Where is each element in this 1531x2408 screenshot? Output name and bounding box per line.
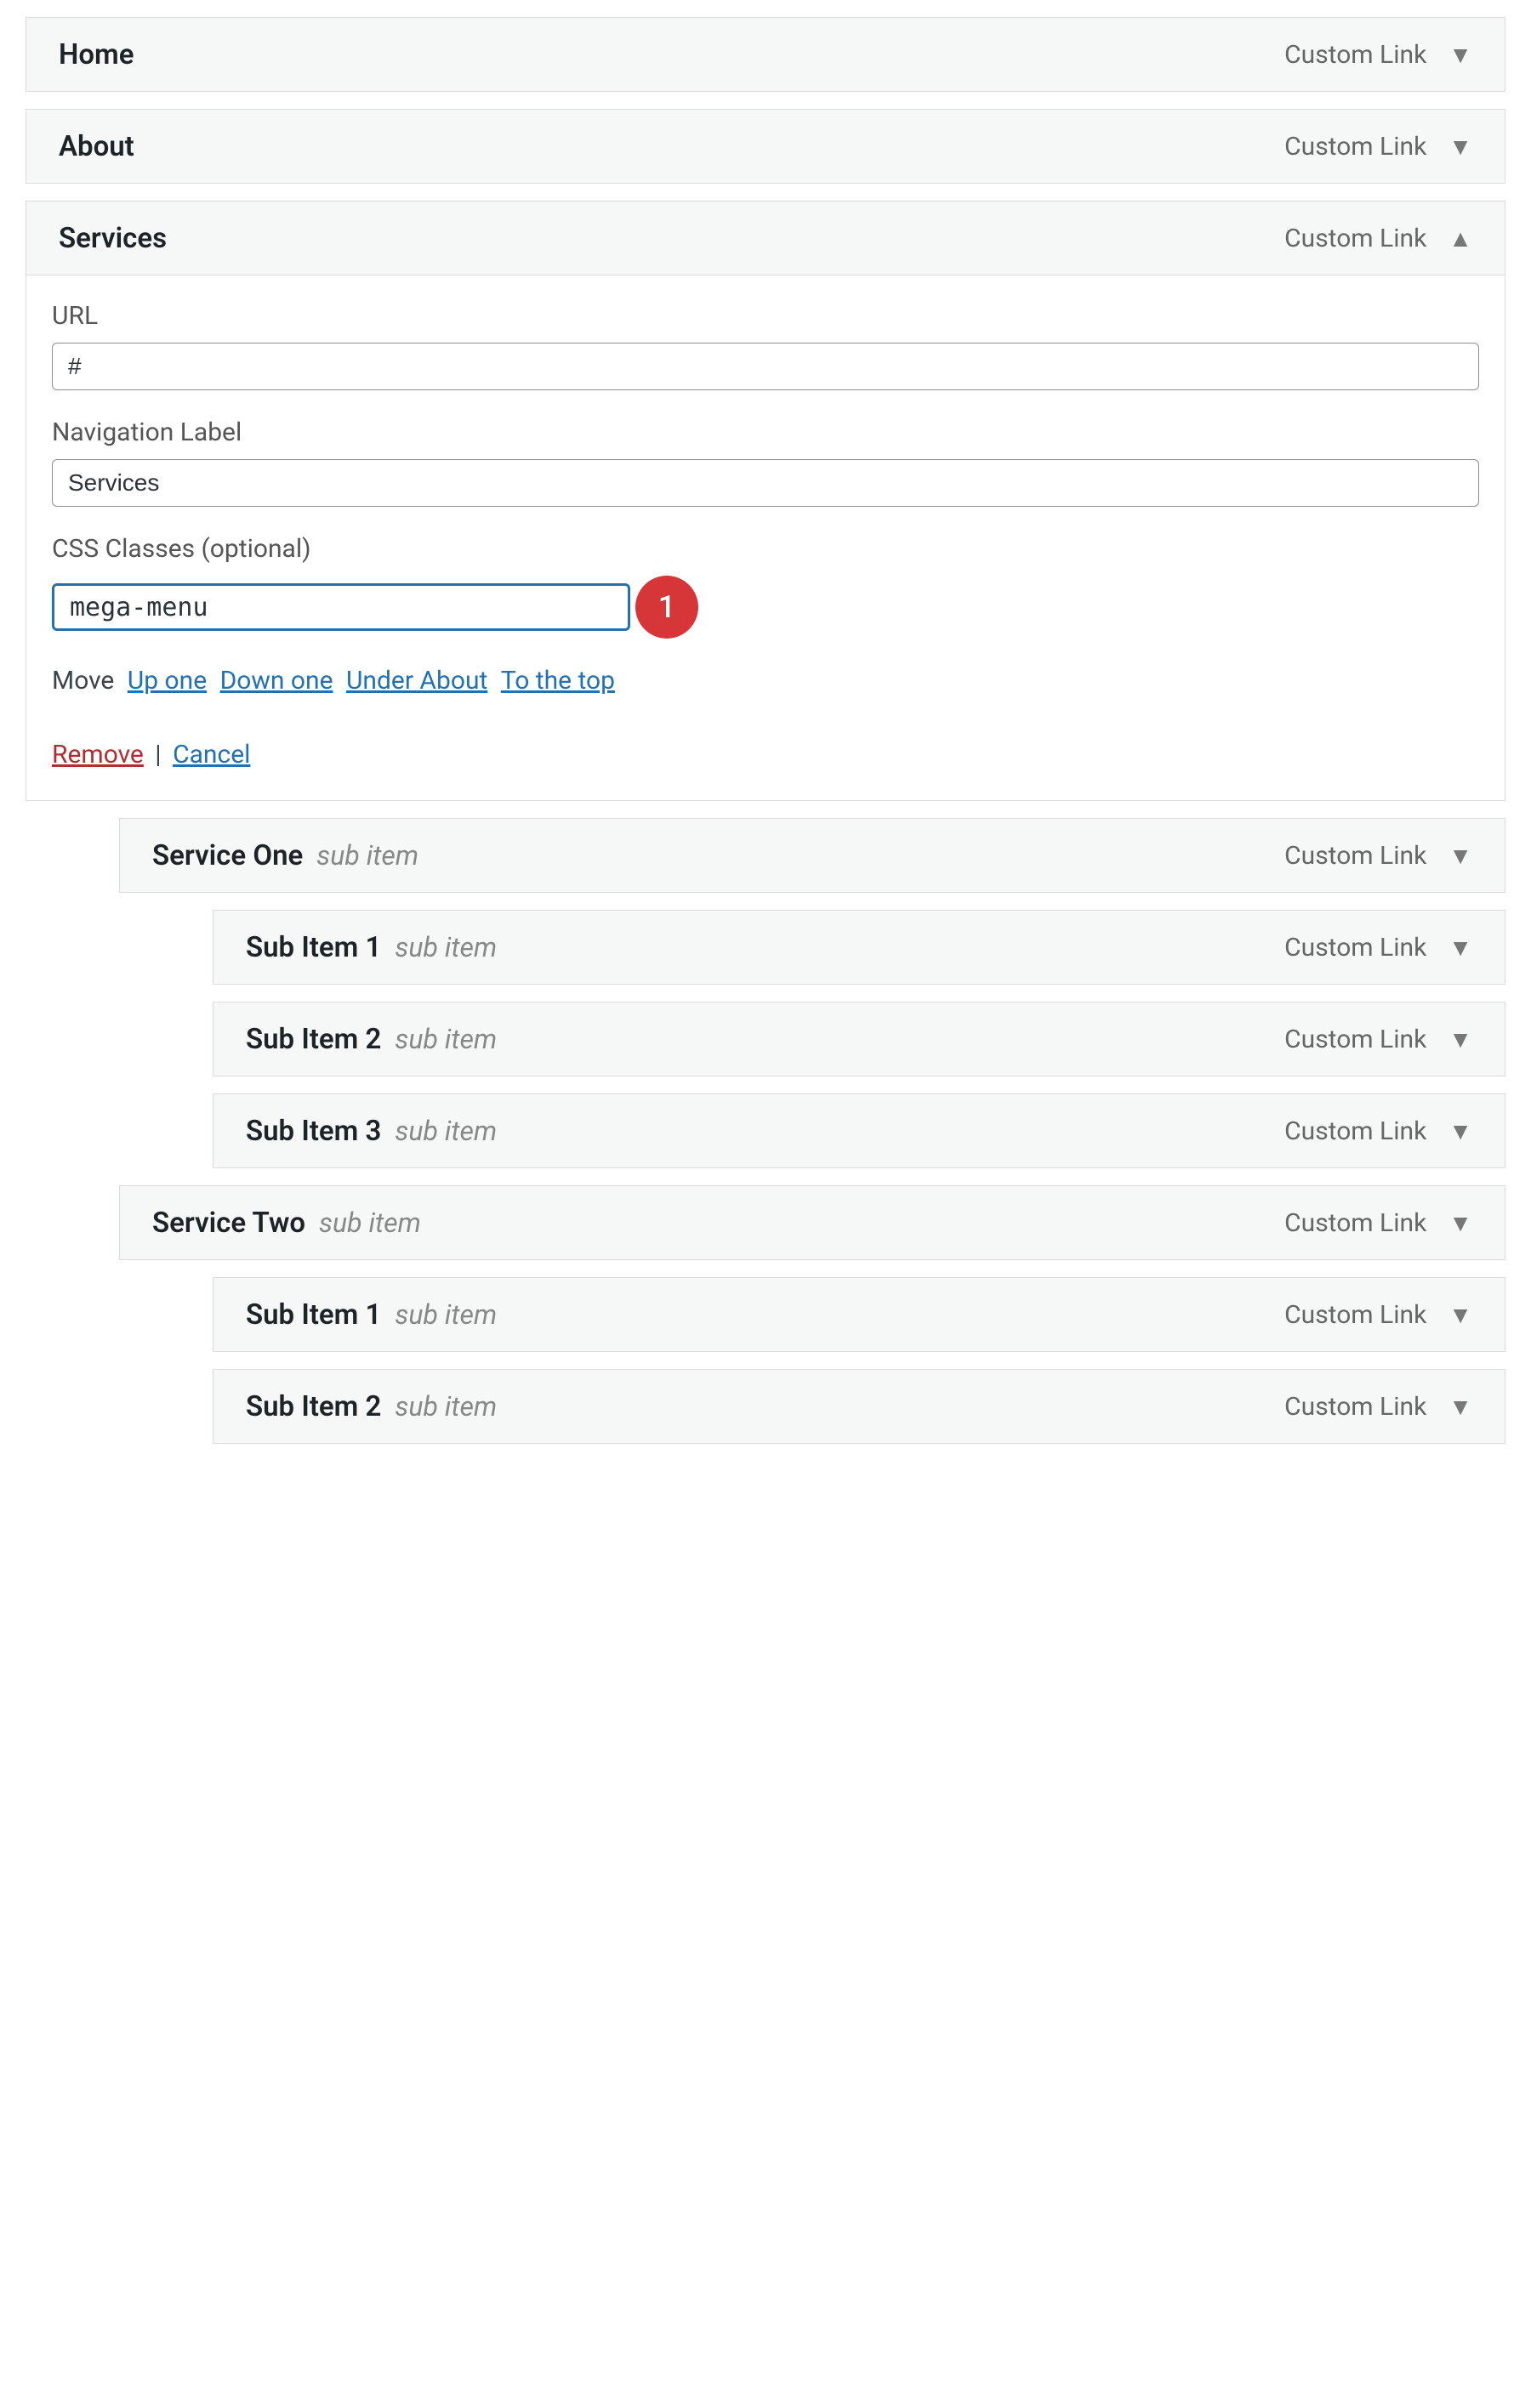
menu-item-sub-1b: Sub Item 1 sub item Custom Link [213,1277,1505,1352]
menu-item-service-two: Service Two sub item Custom Link [119,1185,1505,1260]
nav-label-input[interactable] [52,459,1479,507]
menu-item-title: Sub Item 3 [246,1115,381,1148]
caret-down-icon [1448,842,1472,870]
menu-item-type: Custom Link [1284,841,1426,871]
menu-item-service-one: Service One sub item Custom Link [119,818,1505,893]
caret-down-icon [1448,1209,1472,1237]
caret-down-icon [1448,41,1472,69]
menu-item-toggle[interactable]: Services Custom Link [26,201,1505,275]
css-classes-label: CSS Classes (optional) [52,534,1479,564]
caret-down-icon [1448,1117,1472,1145]
menu-item-toggle[interactable]: Service Two sub item Custom Link [119,1185,1505,1260]
cancel-link[interactable]: Cancel [173,740,250,770]
menu-item-toggle[interactable]: Sub Item 3 sub item Custom Link [213,1093,1505,1168]
sub-item-label: sub item [395,1298,497,1331]
menu-item-toggle[interactable]: About Custom Link [26,109,1505,184]
sub-item-label: sub item [395,931,497,963]
css-classes-input[interactable] [52,583,630,631]
menu-item-toggle[interactable]: Sub Item 1 sub item Custom Link [213,1277,1505,1352]
actions-row: Remove | Cancel [52,740,1479,770]
nav-label: Navigation Label [52,417,1479,447]
menu-item-toggle[interactable]: Service One sub item Custom Link [119,818,1505,893]
menu-item-type: Custom Link [1284,1392,1426,1422]
caret-down-icon [1448,1025,1472,1054]
sub-item-label: sub item [316,839,418,872]
sub-item-label: sub item [319,1207,421,1239]
menu-item-type: Custom Link [1284,40,1426,70]
separator: | [155,740,161,770]
caret-down-icon [1448,133,1472,161]
menu-item-type: Custom Link [1284,1025,1426,1054]
menu-item-body: URL Navigation Label CSS Classes (option… [26,275,1505,801]
caret-down-icon [1448,1393,1472,1421]
menu-item-sub-2: Sub Item 2 sub item Custom Link [213,1002,1505,1076]
menu-item-title: Sub Item 1 [246,1298,381,1332]
move-row: Move Up one Down one Under About To the … [52,666,1479,696]
url-input[interactable] [52,343,1479,390]
menu-item-title: Sub Item 2 [246,1390,381,1423]
move-label: Move [52,666,114,696]
menu-item-sub-2b: Sub Item 2 sub item Custom Link [213,1369,1505,1444]
menu-item-type: Custom Link [1284,933,1426,963]
menu-item-title: Service Two [152,1207,305,1240]
menu-structure: Home Custom Link About Custom Link Servi… [26,17,1505,1444]
caret-down-icon [1448,1301,1472,1329]
move-up-link[interactable]: Up one [128,666,207,696]
menu-item-title: Sub Item 1 [246,931,381,964]
caret-down-icon [1448,934,1472,962]
menu-item-type: Custom Link [1284,1116,1426,1146]
move-down-link[interactable]: Down one [220,666,333,696]
move-under-link[interactable]: Under About [346,666,487,696]
menu-item-toggle[interactable]: Home Custom Link [26,17,1505,92]
annotation-badge: 1 [635,576,698,639]
menu-item-sub-1: Sub Item 1 sub item Custom Link [213,910,1505,985]
menu-item-title: Service One [152,839,303,872]
caret-up-icon [1448,224,1472,253]
sub-item-label: sub item [395,1023,497,1055]
menu-item-sub-3: Sub Item 3 sub item Custom Link [213,1093,1505,1168]
menu-item-title: Home [59,38,134,71]
menu-item-title: Services [59,222,167,255]
menu-item-services: Services Custom Link URL Navigation Labe… [26,201,1505,801]
sub-item-label: sub item [395,1390,497,1423]
menu-item-toggle[interactable]: Sub Item 2 sub item Custom Link [213,1369,1505,1444]
menu-item-type: Custom Link [1284,132,1426,162]
menu-item-type: Custom Link [1284,224,1426,253]
menu-item-type: Custom Link [1284,1300,1426,1330]
menu-item-toggle[interactable]: Sub Item 2 sub item Custom Link [213,1002,1505,1076]
move-top-link[interactable]: To the top [501,666,615,696]
menu-item-toggle[interactable]: Sub Item 1 sub item Custom Link [213,910,1505,985]
menu-item-title: Sub Item 2 [246,1023,381,1056]
menu-item-title: About [59,130,134,163]
sub-item-label: sub item [395,1115,497,1147]
remove-link[interactable]: Remove [52,740,144,770]
menu-item-about: About Custom Link [26,109,1505,184]
menu-item-home: Home Custom Link [26,17,1505,92]
menu-item-type: Custom Link [1284,1208,1426,1238]
url-label: URL [52,301,1479,331]
